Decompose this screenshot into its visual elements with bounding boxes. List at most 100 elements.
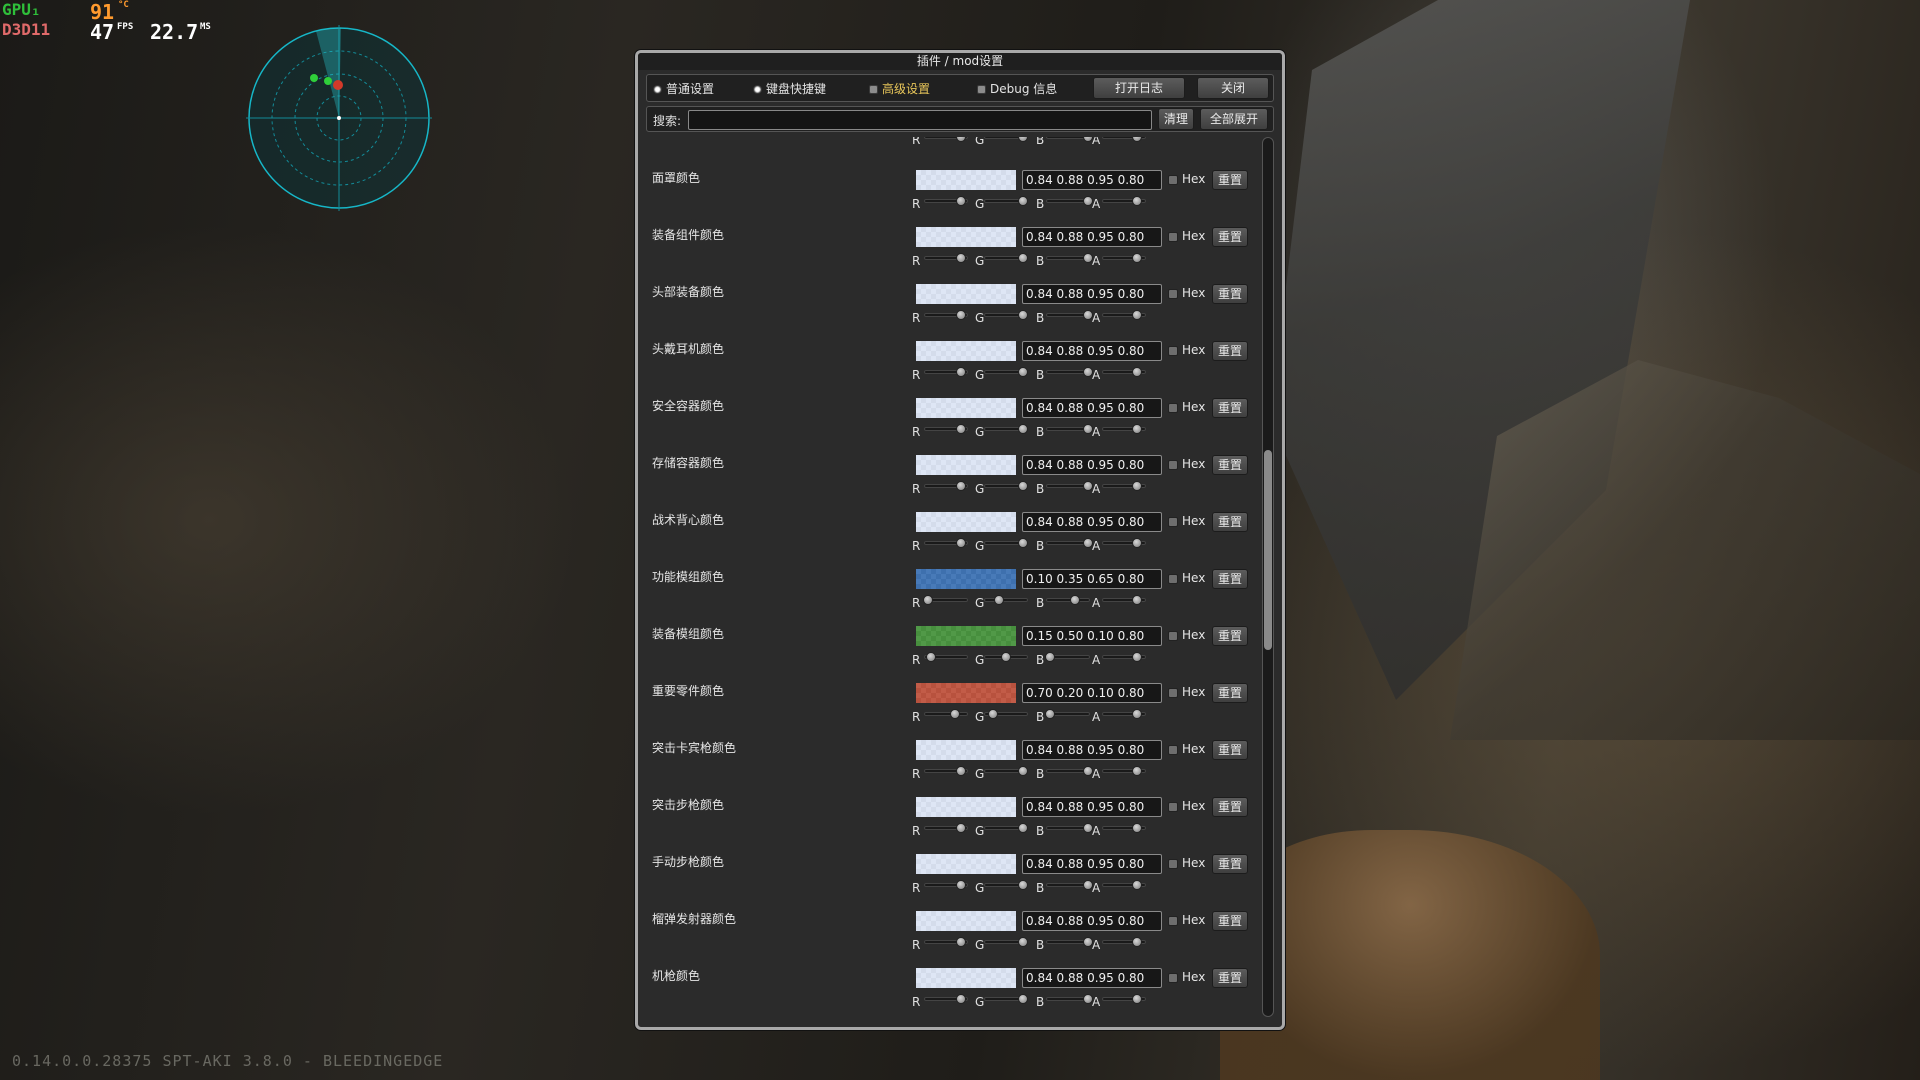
reset-button[interactable]: 重置: [1212, 626, 1248, 646]
color-swatch[interactable]: [916, 398, 1016, 418]
channel-slider-r[interactable]: [924, 367, 968, 377]
reset-button[interactable]: 重置: [1212, 569, 1248, 589]
slider-handle[interactable]: [1017, 137, 1028, 142]
color-value-field[interactable]: 0.84 0.88 0.95 0.80: [1022, 398, 1162, 418]
channel-slider-g[interactable]: [984, 424, 1028, 434]
close-button[interactable]: 关闭: [1197, 77, 1269, 99]
channel-slider-r[interactable]: [924, 424, 968, 434]
slider-handle[interactable]: [955, 137, 966, 142]
channel-slider-b[interactable]: [1046, 196, 1093, 206]
slider-handle[interactable]: [1132, 137, 1143, 142]
open-log-button[interactable]: 打开日志: [1093, 77, 1185, 99]
color-value-field[interactable]: 0.84 0.88 0.95 0.80: [1022, 341, 1162, 361]
channel-slider-a[interactable]: [1102, 137, 1146, 142]
channel-slider-b[interactable]: [1046, 424, 1093, 434]
color-swatch[interactable]: [916, 284, 1016, 304]
channel-slider-g[interactable]: [984, 880, 1028, 890]
color-swatch[interactable]: [916, 512, 1016, 532]
color-value-field[interactable]: 0.84 0.88 0.95 0.80: [1022, 512, 1162, 532]
slider-handle[interactable]: [955, 994, 966, 1004]
channel-slider-a[interactable]: [1102, 424, 1146, 434]
color-swatch[interactable]: [916, 227, 1016, 247]
channel-slider-g[interactable]: [984, 823, 1028, 833]
channel-slider-r[interactable]: [924, 253, 968, 263]
channel-slider-r[interactable]: [924, 196, 968, 206]
slider-handle[interactable]: [1017, 994, 1028, 1004]
search-input[interactable]: [688, 110, 1152, 130]
channel-slider-r[interactable]: [923, 595, 968, 605]
channel-slider-g[interactable]: [984, 481, 1028, 491]
channel-slider-b[interactable]: [1046, 766, 1093, 776]
channel-slider-g[interactable]: [984, 994, 1028, 1004]
expand-all-button[interactable]: 全部展开: [1200, 108, 1268, 130]
channel-slider-r[interactable]: [924, 880, 968, 890]
channel-slider-g[interactable]: [984, 137, 1028, 142]
tab-advanced-settings[interactable]: 高级设置: [869, 80, 930, 98]
reset-button[interactable]: 重置: [1212, 797, 1248, 817]
reset-button[interactable]: 重置: [1212, 512, 1248, 532]
color-value-field[interactable]: 0.84 0.88 0.95 0.80: [1022, 911, 1162, 931]
reset-button[interactable]: 重置: [1212, 284, 1248, 304]
channel-slider-g[interactable]: [984, 538, 1028, 548]
channel-slider-r[interactable]: [924, 937, 968, 947]
color-value-field[interactable]: 0.70 0.20 0.10 0.80: [1022, 683, 1162, 703]
channel-slider-a[interactable]: [1102, 196, 1146, 206]
channel-slider-b[interactable]: [1046, 880, 1093, 890]
reset-button[interactable]: 重置: [1212, 911, 1248, 931]
hex-checkbox[interactable]: [1168, 346, 1178, 356]
hex-checkbox[interactable]: [1168, 859, 1178, 869]
slider-handle[interactable]: [1132, 994, 1143, 1004]
channel-slider-r[interactable]: [924, 310, 968, 320]
reset-button[interactable]: 重置: [1212, 854, 1248, 874]
channel-slider-r[interactable]: [924, 652, 968, 662]
channel-slider-b[interactable]: [1046, 937, 1093, 947]
hex-checkbox[interactable]: [1168, 403, 1178, 413]
color-value-field[interactable]: 0.84 0.88 0.95 0.80: [1022, 797, 1162, 817]
color-swatch[interactable]: [916, 740, 1016, 760]
channel-slider-g[interactable]: [984, 652, 1028, 662]
color-value-field[interactable]: 0.84 0.88 0.95 0.80: [1022, 284, 1162, 304]
tab-debug-info[interactable]: Debug 信息: [977, 80, 1057, 98]
color-swatch[interactable]: [916, 968, 1016, 988]
channel-slider-a[interactable]: [1102, 253, 1146, 263]
tab-general-settings[interactable]: 普通设置: [653, 80, 714, 98]
color-value-field[interactable]: 0.84 0.88 0.95 0.80: [1022, 740, 1162, 760]
channel-slider-a[interactable]: [1102, 538, 1146, 548]
color-swatch[interactable]: [916, 797, 1016, 817]
reset-button[interactable]: 重置: [1212, 341, 1248, 361]
color-value-field[interactable]: 0.10 0.35 0.65 0.80: [1022, 569, 1162, 589]
channel-slider-r[interactable]: [924, 481, 968, 491]
channel-slider-r[interactable]: [924, 823, 968, 833]
channel-slider-g[interactable]: [984, 937, 1028, 947]
reset-button[interactable]: 重置: [1212, 740, 1248, 760]
color-value-field[interactable]: 0.84 0.88 0.95 0.80: [1022, 854, 1162, 874]
reset-button[interactable]: 重置: [1212, 398, 1248, 418]
color-swatch[interactable]: [916, 569, 1016, 589]
channel-slider-r[interactable]: [924, 137, 968, 142]
channel-slider-g[interactable]: [984, 766, 1028, 776]
channel-slider-g[interactable]: [984, 310, 1028, 320]
reset-button[interactable]: 重置: [1212, 683, 1248, 703]
channel-slider-a[interactable]: [1102, 595, 1146, 605]
color-value-field[interactable]: 0.84 0.88 0.95 0.80: [1022, 227, 1162, 247]
channel-slider-b[interactable]: [1046, 994, 1093, 1004]
hex-checkbox[interactable]: [1168, 631, 1178, 641]
hex-checkbox[interactable]: [1168, 289, 1178, 299]
color-value-field[interactable]: 0.84 0.88 0.95 0.80: [1022, 968, 1162, 988]
channel-slider-r[interactable]: [924, 994, 968, 1004]
reset-button[interactable]: 重置: [1212, 227, 1248, 247]
channel-slider-a[interactable]: [1102, 823, 1146, 833]
hex-checkbox[interactable]: [1168, 175, 1178, 185]
color-value-field[interactable]: 0.15 0.50 0.10 0.80: [1022, 626, 1162, 646]
color-swatch[interactable]: [916, 911, 1016, 931]
channel-slider-b[interactable]: [1046, 595, 1090, 605]
channel-slider-a[interactable]: [1102, 880, 1146, 890]
color-swatch[interactable]: [916, 170, 1016, 190]
scroll-thumb[interactable]: [1264, 449, 1272, 650]
channel-slider-r[interactable]: [924, 766, 968, 776]
channel-slider-b[interactable]: [1046, 137, 1093, 142]
channel-slider-g[interactable]: [984, 196, 1028, 206]
hex-checkbox[interactable]: [1168, 688, 1178, 698]
channel-slider-a[interactable]: [1102, 310, 1146, 320]
clear-button[interactable]: 清理: [1158, 108, 1194, 130]
